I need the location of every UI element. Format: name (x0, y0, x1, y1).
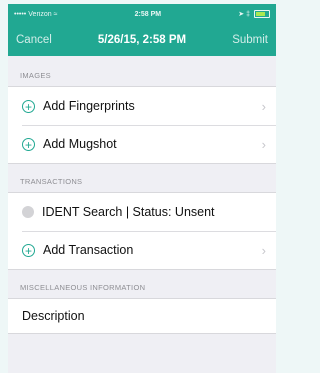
status-time: 2:58 PM (134, 10, 162, 18)
ident-search-row[interactable]: IDENT Search | Status: Unsent (8, 193, 276, 231)
add-circle-icon: + (22, 243, 35, 257)
add-circle-icon: + (22, 137, 35, 151)
nav-title: 5/26/15, 2:58 PM (97, 34, 187, 46)
misc-group: Description (8, 298, 276, 334)
description-row[interactable]: Description (8, 299, 276, 333)
phone-screen: ••••• Verizon ≈ 2:58 PM ➤ ‡ Cancel 5/26/… (8, 4, 276, 373)
submit-button[interactable]: Submit (232, 34, 268, 46)
row-label: Add Mugshot (43, 137, 117, 151)
signal-dots: ••••• (14, 10, 27, 18)
battery-icon (254, 10, 270, 18)
add-transaction-row[interactable]: + Add Transaction › (8, 231, 276, 269)
bluetooth-icon: ‡ (246, 10, 250, 18)
add-mugshot-row[interactable]: + Add Mugshot › (8, 125, 276, 163)
add-circle-icon: + (22, 99, 35, 113)
chevron-right-icon: › (261, 242, 266, 258)
status-bar: ••••• Verizon ≈ 2:58 PM ➤ ‡ (8, 4, 276, 24)
chevron-right-icon: › (261, 98, 266, 114)
section-header-misc: MISCELLANEOUS INFORMATION (20, 283, 146, 292)
status-right: ➤ ‡ (238, 10, 270, 18)
row-label: Description (22, 309, 85, 323)
cancel-button[interactable]: Cancel (16, 34, 52, 46)
add-fingerprints-row[interactable]: + Add Fingerprints › (8, 87, 276, 125)
row-label: Add Fingerprints (43, 99, 135, 113)
status-left: ••••• Verizon ≈ (14, 11, 57, 18)
section-header-transactions: TRANSACTIONS (20, 177, 83, 186)
carrier-label: Verizon (28, 10, 52, 18)
images-group: + Add Fingerprints › + Add Mugshot › (8, 86, 276, 164)
status-dot-icon (22, 206, 34, 218)
transactions-group: IDENT Search | Status: Unsent + Add Tran… (8, 192, 276, 270)
chevron-right-icon: › (261, 136, 266, 152)
row-label: IDENT Search | Status: Unsent (42, 205, 215, 219)
section-header-images: IMAGES (20, 71, 51, 80)
navigation-bar: Cancel 5/26/15, 2:58 PM Submit (8, 24, 276, 56)
row-label: Add Transaction (43, 243, 134, 257)
location-icon: ➤ (238, 11, 245, 18)
